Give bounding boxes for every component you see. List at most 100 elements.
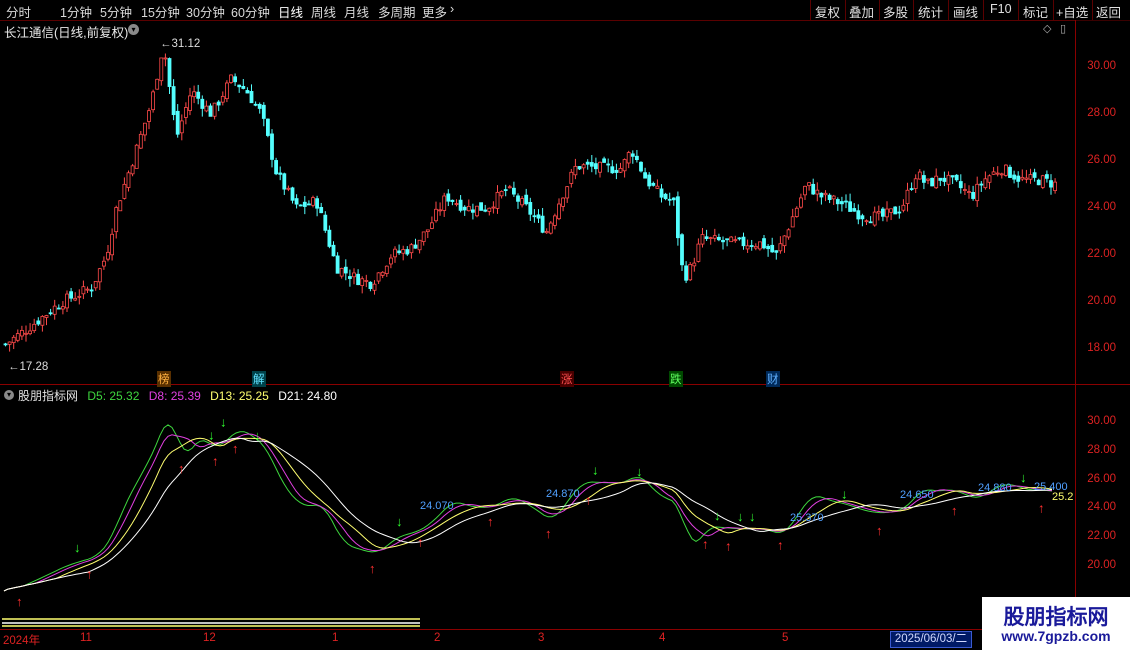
price-axis-label: 26.00: [1087, 154, 1116, 166]
candle-body: [19, 330, 24, 337]
indicator-price-tag: 24.870: [546, 488, 580, 500]
d13-line: [3, 437, 1053, 592]
candle-body: [11, 336, 16, 344]
candle-body: [7, 341, 12, 345]
candle-body: [778, 243, 783, 252]
candle-body: [524, 194, 529, 205]
candle-body: [376, 272, 381, 282]
sell-arrow-icon: ↓: [208, 428, 215, 443]
candle-body: [864, 220, 869, 223]
buy-arrow-icon: ↑: [212, 453, 219, 468]
x-axis-label: 11: [80, 632, 92, 644]
candle-body: [663, 193, 668, 200]
candle-body: [183, 107, 188, 118]
candle-body: [1040, 175, 1045, 188]
candle-body: [766, 245, 770, 250]
sell-arrow-icon: ↓: [254, 428, 261, 443]
sell-arrow-icon: ↓: [749, 509, 756, 524]
candle-body: [643, 172, 647, 179]
candle-body: [872, 211, 877, 226]
candle-body: [655, 185, 660, 189]
candle-body: [917, 171, 922, 180]
candle-body: [815, 189, 820, 195]
candle-body: [347, 276, 352, 279]
candle-body: [840, 201, 844, 205]
candle-body: [979, 183, 984, 186]
event-marker-rise[interactable]: 涨: [560, 371, 574, 387]
buy-arrow-icon: ↑: [417, 534, 424, 549]
candle-body: [889, 208, 893, 213]
chart-canvas[interactable]: ↑↑↑ ↑↑↑↑↑↑↑↑ ↑ ↑↑↑ ↑↓↓↓↓↓↓ ↓↓ ↓ ↓↓↓: [0, 0, 1130, 650]
candle-body: [721, 239, 725, 243]
candle-body: [298, 204, 303, 207]
candle-body: [286, 187, 291, 190]
candle-body: [745, 245, 750, 250]
event-marker-finance[interactable]: 财: [766, 371, 780, 387]
candle-body: [758, 241, 762, 250]
event-marker-rank[interactable]: 榜: [157, 371, 171, 387]
candle-body: [995, 172, 1000, 175]
x-axis-label: 12: [203, 632, 216, 644]
candle-body: [926, 178, 930, 181]
candle-body: [589, 162, 594, 167]
candle-body: [229, 74, 233, 83]
candle-body: [553, 215, 557, 226]
candle-body: [680, 234, 684, 266]
x-axis-label: 2024年: [3, 635, 41, 647]
candle-body: [52, 305, 57, 315]
candle-body: [749, 245, 754, 247]
candle-body: [261, 104, 266, 119]
candle-body: [1045, 174, 1049, 179]
buy-arrow-icon: ↑: [951, 503, 958, 518]
candle-body: [483, 209, 488, 212]
candle-body: [159, 57, 164, 82]
candle-body: [413, 244, 418, 249]
candle-body: [618, 167, 623, 173]
candle-body: [32, 323, 37, 332]
candle-body: [688, 264, 693, 281]
candle-body: [930, 177, 934, 187]
candle-body: [737, 237, 742, 240]
buy-arrow-icon: ↑: [876, 523, 883, 538]
candle-body: [192, 91, 197, 98]
candle-body: [708, 237, 713, 239]
buy-arrow-icon: ↑: [232, 441, 239, 456]
candle-body: [65, 293, 69, 309]
candle-body: [647, 174, 652, 187]
candle-body: [692, 262, 697, 267]
buy-arrow-icon: ↑: [487, 514, 494, 529]
candle-body: [339, 267, 344, 277]
candle-body: [278, 172, 283, 175]
candle-body: [126, 172, 131, 188]
x-axis-label: 2: [434, 632, 441, 644]
indicator-axis-label: 20.00: [1087, 559, 1116, 571]
candle-body: [311, 197, 315, 206]
candle-body: [499, 191, 504, 197]
candle-body: [885, 208, 889, 218]
candle-body: [774, 250, 779, 253]
candle-body: [343, 266, 348, 274]
sell-arrow-icon: ↓: [737, 509, 744, 524]
candle-body: [409, 244, 414, 254]
candle-body: [1008, 166, 1012, 178]
candle-body: [138, 133, 143, 149]
candle-body: [142, 122, 147, 136]
candle-body: [503, 189, 508, 191]
candle-body: [811, 183, 816, 195]
candle-body: [770, 244, 775, 253]
watermark-url: www.7gpzb.com: [1001, 628, 1111, 644]
candle-body: [81, 286, 86, 295]
candle-body: [69, 291, 73, 299]
candle-body: [36, 320, 41, 325]
sell-arrow-icon: ↓: [714, 508, 721, 523]
sell-arrow-icon: ↓: [220, 415, 227, 430]
candle-body: [302, 201, 307, 207]
candle-body: [151, 91, 156, 111]
buy-arrow-icon: ↑: [545, 526, 552, 541]
candle-body: [15, 333, 20, 341]
event-marker-fall[interactable]: 跌: [669, 371, 683, 387]
candle-body: [561, 197, 565, 207]
sell-arrow-icon: ↓: [396, 514, 403, 529]
event-marker-unlock[interactable]: 解: [252, 371, 266, 387]
candle-body: [89, 289, 94, 292]
